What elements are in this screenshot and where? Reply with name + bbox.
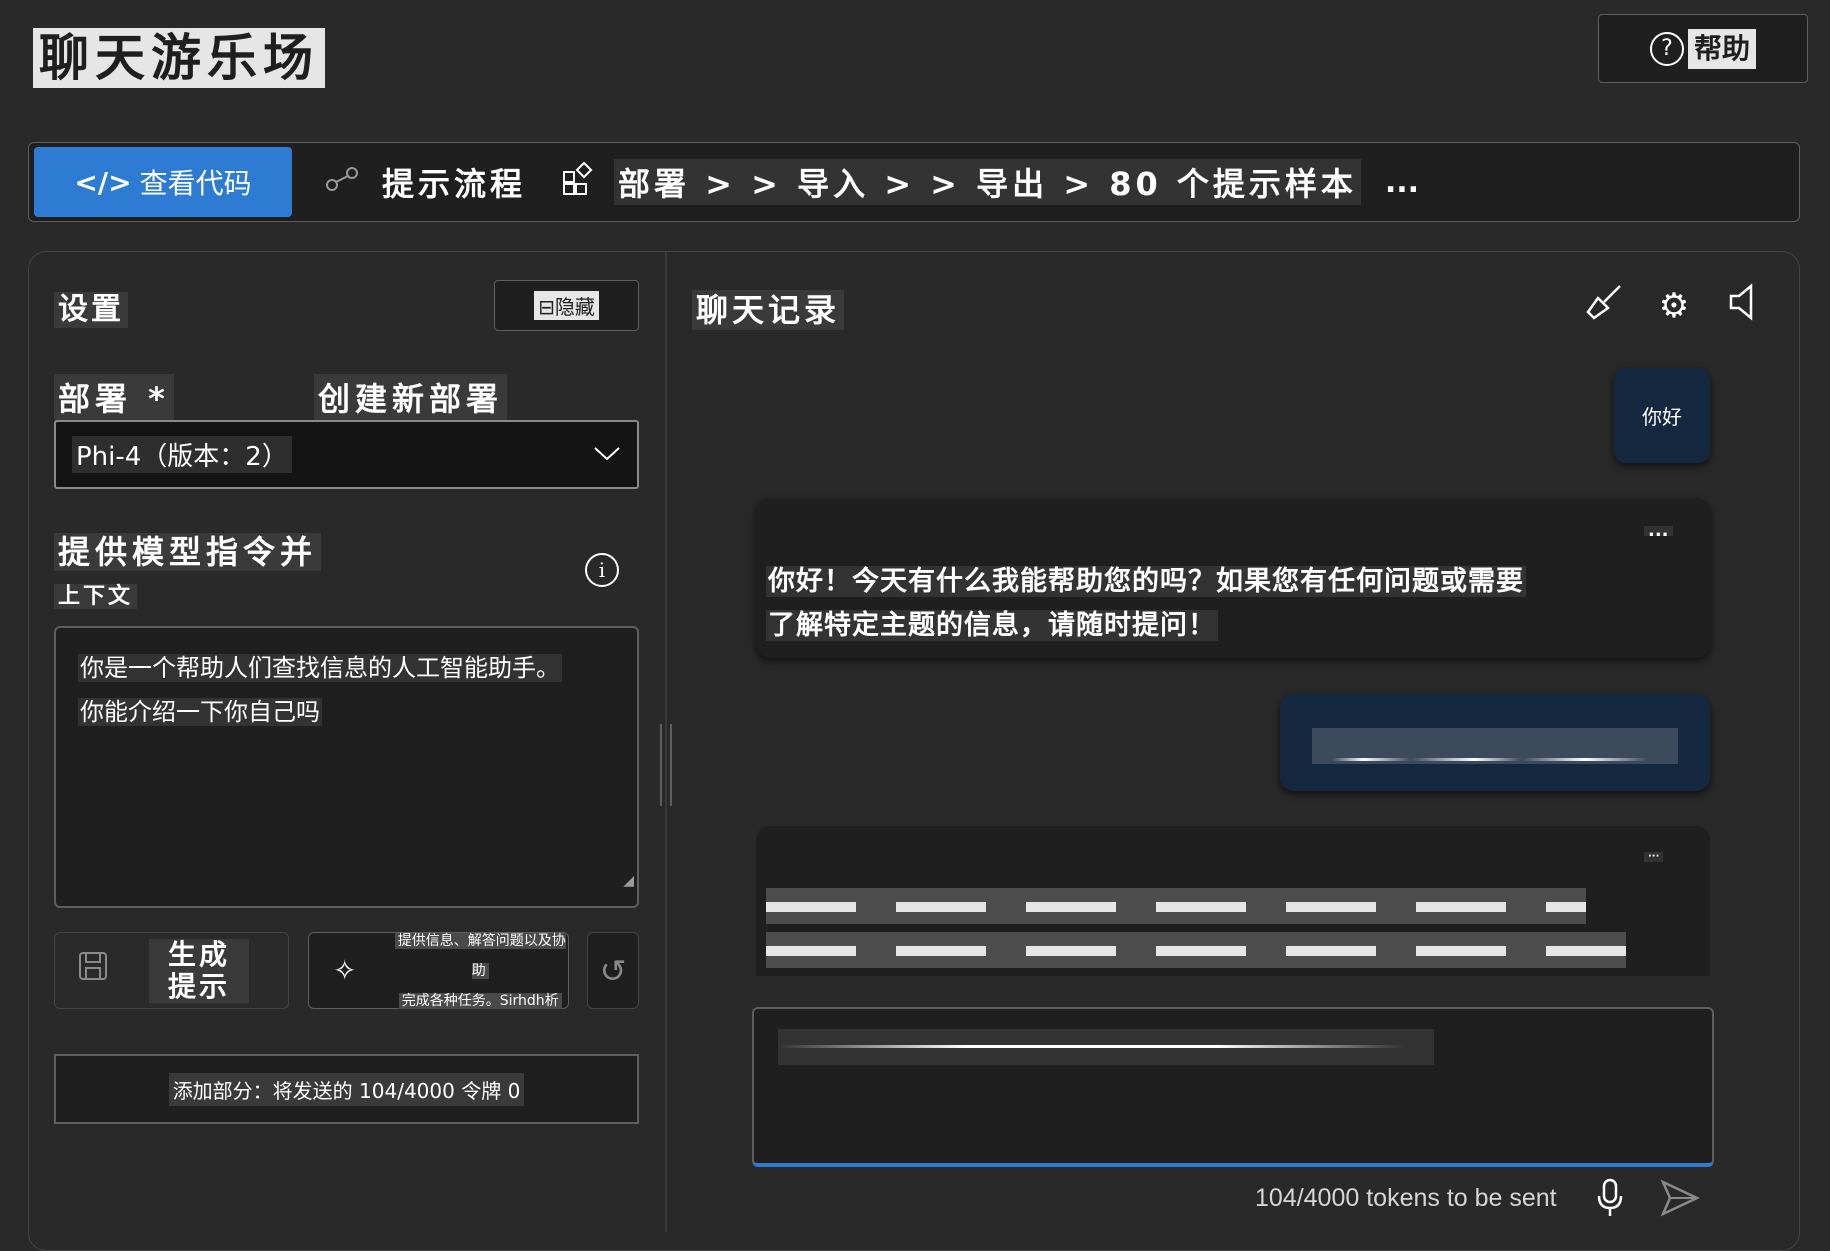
chat-settings-button[interactable]: ⚙ xyxy=(1652,284,1696,328)
apps-icon xyxy=(562,161,596,203)
view-code-label: 查看代码 xyxy=(139,167,252,200)
message-more-icon[interactable]: ... xyxy=(1644,522,1673,540)
clear-chat-button[interactable] xyxy=(1582,284,1626,328)
sparkle-icon: ✧ xyxy=(333,954,357,987)
hide-button[interactable]: ⊟隐藏 xyxy=(494,280,639,331)
generate-label-line1: 生成 xyxy=(167,937,230,971)
page-title: 聊天游乐场 xyxy=(33,28,325,88)
resize-grip-icon[interactable]: ◢ xyxy=(623,859,634,903)
assistant-message-redacted xyxy=(756,826,1710,976)
toolbar: </> 查看代码 提示流程 部署 > > 导入 > > 导出 > 80 个提示样… xyxy=(28,142,1800,222)
info-icon[interactable]: i xyxy=(585,553,619,587)
deploy-menu-button[interactable]: 部署 > > 导入 > > 导出 > 80 个提示样本 xyxy=(562,159,1361,205)
assistant-message: 你好！今天有什么我能帮助您的吗？如果您有任何问题或需要 了解特定主题的信息，请随… xyxy=(756,498,1710,658)
assistant-message-line-2: 了解特定主题的信息，请随时提问！ xyxy=(766,610,1218,641)
assistant-message-text: 你好！今天有什么我能帮助您的吗？如果您有任何问题或需要 了解特定主题的信息，请随… xyxy=(766,560,1700,648)
save-icon xyxy=(77,950,109,991)
microphone-button[interactable] xyxy=(1596,1178,1624,1226)
suggest-text: 提供信息、解答问题以及协助 完成各种任务。Sirhdh析 xyxy=(392,926,568,1016)
gear-icon: ⚙ xyxy=(1658,286,1690,326)
send-button[interactable] xyxy=(1660,1178,1700,1226)
code-icon: </> xyxy=(74,165,132,199)
instructions-label: 提供模型指令并 上下文 xyxy=(54,532,504,617)
speaker-button[interactable] xyxy=(1722,282,1766,331)
token-counter: 104/4000 tokens to be sent xyxy=(1255,1184,1557,1212)
more-button[interactable]: ... xyxy=(1385,165,1419,200)
instructions-label-text: 提供模型指令并 xyxy=(54,533,322,571)
create-deployment-link[interactable]: 创建新部署 xyxy=(314,374,508,420)
minus-square-icon: ⊟ xyxy=(538,295,555,319)
chat-input[interactable] xyxy=(752,1007,1714,1167)
system-message-line-1: 你是一个帮助人们查找信息的人工智能助手。 xyxy=(78,654,562,682)
broom-icon xyxy=(1584,282,1624,331)
redacted-text xyxy=(1312,728,1678,764)
flow-icon xyxy=(324,165,360,200)
splitter-handle[interactable] xyxy=(660,724,672,806)
send-icon xyxy=(1660,1179,1700,1226)
hide-label: 隐藏 xyxy=(554,295,595,319)
reset-button[interactable]: ↺ xyxy=(587,932,639,1009)
redacted-line xyxy=(766,888,1586,924)
suggest-line-1: 提供信息、解答问题以及协助 xyxy=(394,932,566,979)
generate-prompt-label: 生成 提示 xyxy=(149,937,249,1003)
redacted-line xyxy=(766,932,1626,968)
message-more-icon[interactable]: ··· xyxy=(1644,852,1664,862)
redacted-input-text xyxy=(778,1029,1434,1065)
help-circle-icon: ? xyxy=(1649,31,1684,66)
generate-prompt-button[interactable]: 生成 提示 xyxy=(54,932,289,1009)
deployment-select[interactable]: Phi-4（版本：2） xyxy=(54,420,639,489)
undo-icon: ↺ xyxy=(599,951,627,990)
assistant-message-line-1: 你好！今天有什么我能帮助您的吗？如果您有任何问题或需要 xyxy=(766,566,1526,597)
prompt-flow-button[interactable]: 提示流程 xyxy=(324,159,530,205)
user-message: 你好 xyxy=(1614,368,1710,463)
settings-title: 设置 xyxy=(54,292,128,328)
instructions-sublabel: 上下文 xyxy=(54,584,138,609)
suggest-line-2: 完成各种任务。Sirhdh析 xyxy=(398,992,562,1009)
help-button[interactable]: ? 帮助 xyxy=(1598,14,1808,83)
token-summary-text: 添加部分：将发送的 104/4000 令牌 0 xyxy=(168,1072,525,1106)
deploy-chain-label: 部署 > > 导入 > > 导出 > 80 个提示样本 xyxy=(614,159,1361,205)
token-summary: 添加部分：将发送的 104/4000 令牌 0 xyxy=(54,1054,639,1124)
chat-history-title: 聊天记录 xyxy=(692,290,845,330)
chevron-down-icon xyxy=(593,440,621,470)
help-label: 帮助 xyxy=(1687,28,1756,69)
prompt-flow-label: 提示流程 xyxy=(382,165,527,203)
deployment-label: 部署 * xyxy=(54,374,174,420)
microphone-icon xyxy=(1596,1178,1624,1226)
user-message-text: 你好 xyxy=(1642,405,1682,429)
deployment-value: Phi-4（版本：2） xyxy=(72,436,292,473)
system-message-textarea[interactable]: 你是一个帮助人们查找信息的人工智能助手。 你能介绍一下你自己吗 ◢ xyxy=(54,626,639,908)
system-message-line-2: 你能介绍一下你自己吗 xyxy=(78,698,322,726)
user-message-redacted xyxy=(1280,694,1710,791)
generate-label-line2: 提示 xyxy=(167,969,230,1003)
suggest-button[interactable]: ✧ 提供信息、解答问题以及协助 完成各种任务。Sirhdh析 xyxy=(308,932,569,1009)
speaker-icon xyxy=(1727,282,1761,331)
view-code-button[interactable]: </> 查看代码 xyxy=(34,147,292,217)
